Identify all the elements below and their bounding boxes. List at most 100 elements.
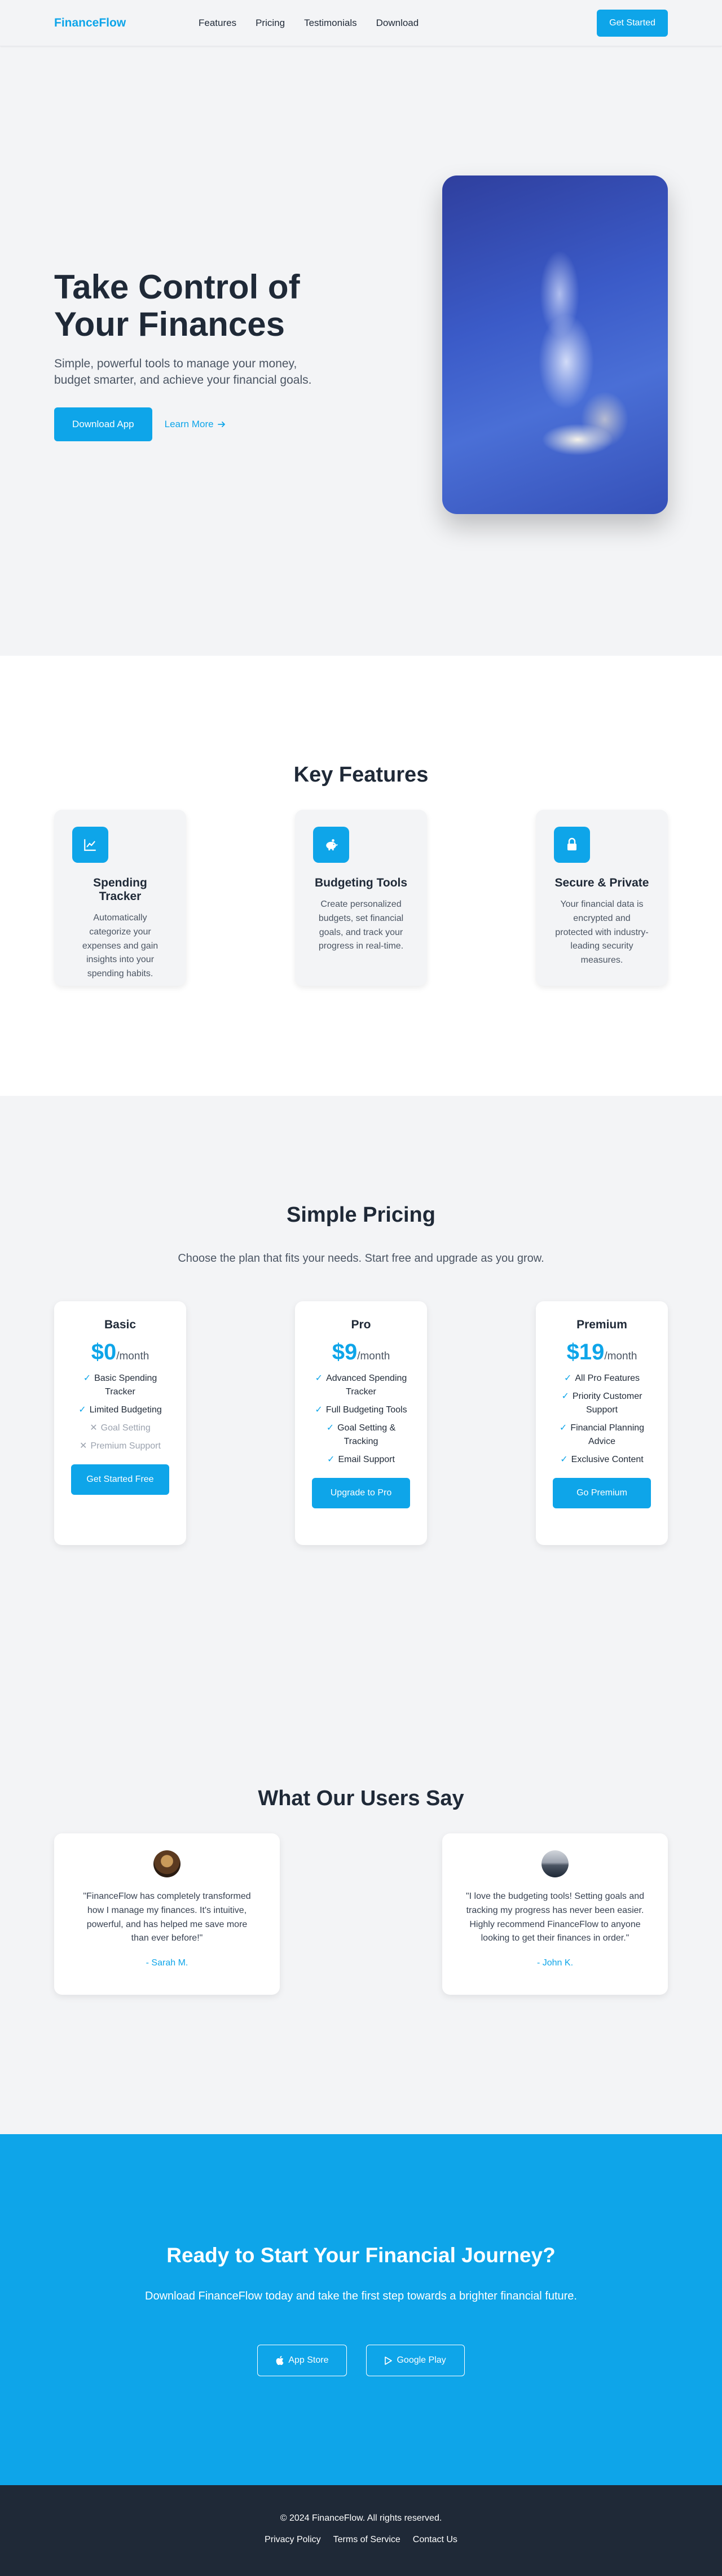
plan-card-basic: Basic $0/month ✓ Basic Spending Tracker ✓… — [54, 1301, 186, 1545]
testimonial-author: - John K. — [536, 1958, 574, 1968]
piggy-bank-icon — [313, 827, 349, 863]
check-icon: ✓ — [315, 1373, 323, 1383]
plan-name: Basic — [104, 1318, 137, 1331]
plan-price: $0/month — [71, 1340, 169, 1365]
plan-features: ✓ All Pro Features ✓ Priority Customer Sup… — [553, 1372, 651, 1467]
x-icon: ✕ — [80, 1441, 87, 1451]
feature-card-budgeting: Budgeting Tools Create personalized budg… — [295, 810, 427, 986]
plan-feature: ✓ Email Support — [327, 1455, 395, 1464]
feature-title: Secure & Private — [554, 876, 649, 889]
terms-of-service-link[interactable]: Terms of Service — [333, 2535, 400, 2545]
nav-links: Features Pricing Testimonials Download — [199, 0, 419, 46]
cta-title: Ready to Start Your Financial Journey? — [166, 2244, 556, 2267]
nav-link-testimonials[interactable]: Testimonials — [304, 17, 357, 29]
feature-description: Automatically categorize your expenses a… — [82, 913, 159, 979]
feature-description: Your financial data is encrypted and pro… — [555, 899, 649, 966]
top-navbar: FinanceFlow Features Pricing Testimonial… — [0, 0, 722, 46]
nav-link-pricing[interactable]: Pricing — [256, 17, 285, 29]
hero-subtitle: Simple, powerful tools to manage your mo… — [54, 357, 312, 387]
testimonial-card: "I love the budgeting tools! Setting goa… — [442, 1833, 668, 1995]
feature-title: Spending Tracker — [93, 876, 147, 903]
check-icon: ✓ — [559, 1423, 567, 1433]
feature-card-spending: Spending Tracker Automatically categoriz… — [54, 810, 186, 986]
check-icon: ✓ — [315, 1405, 323, 1415]
features-section: Key Features Spending Tracker Automatica… — [0, 656, 722, 1096]
price-period: /month — [116, 1350, 149, 1362]
google-play-label: Google Play — [397, 2355, 446, 2365]
footer-links: Privacy Policy Terms of Service Contact … — [0, 2535, 722, 2545]
plan-feature: ✓ Advanced Spending Tracker — [315, 1373, 407, 1397]
check-icon: ✓ — [561, 1392, 569, 1401]
plan-name: Pro — [351, 1318, 371, 1331]
x-icon: ✕ — [90, 1423, 98, 1433]
avatar — [542, 1850, 569, 1877]
go-premium-button[interactable]: Go Premium — [553, 1478, 651, 1509]
contact-us-link[interactable]: Contact Us — [413, 2535, 457, 2545]
testimonial-author: - Sarah M. — [146, 1958, 188, 1968]
testimonial-quote: "I love the budgeting tools! Setting goa… — [465, 1892, 645, 1943]
footer: © 2024 FinanceFlow. All rights reserved.… — [0, 2485, 722, 2576]
check-icon: ✓ — [83, 1373, 91, 1383]
chart-line-icon — [72, 827, 108, 863]
plan-feature-disabled: ✕ Goal Setting — [90, 1423, 151, 1433]
testimonial-cards: "FinanceFlow has completely transformed … — [54, 1833, 668, 1995]
check-icon: ✓ — [560, 1455, 568, 1464]
price-amount: $0 — [91, 1340, 117, 1364]
plan-feature: ✓ Financial Planning Advice — [559, 1423, 645, 1446]
app-store-label: App Store — [288, 2355, 329, 2365]
hero-sky-image — [442, 175, 668, 514]
apple-icon — [276, 2356, 284, 2365]
google-play-button[interactable]: Google Play — [366, 2345, 465, 2376]
nav-link-features[interactable]: Features — [199, 17, 236, 29]
plan-feature-disabled: ✕ Premium Support — [80, 1441, 161, 1451]
price-period: /month — [357, 1350, 390, 1362]
arrow-right-icon — [217, 422, 225, 428]
pricing-title: Simple Pricing — [287, 1203, 435, 1227]
nav-link-download[interactable]: Download — [376, 17, 419, 29]
avatar — [153, 1850, 180, 1877]
check-icon: ✓ — [327, 1455, 335, 1464]
cta-subtitle: Download FinanceFlow today and take the … — [145, 2290, 577, 2302]
learn-more-link[interactable]: Learn More — [165, 419, 226, 430]
plan-card-pro: Pro $9/month ✓ Advanced Spending Tracker … — [295, 1301, 427, 1545]
get-started-free-button[interactable]: Get Started Free — [71, 1464, 169, 1495]
plan-feature: ✓ Exclusive Content — [560, 1455, 644, 1464]
learn-more-label: Learn More — [164, 419, 214, 430]
testimonials-section: What Our Users Say "FinanceFlow has comp… — [0, 1717, 722, 2134]
pricing-subtitle: Choose the plan that fits your needs. St… — [178, 1252, 544, 1265]
plan-feature: ✓ Full Budgeting Tools — [315, 1405, 407, 1415]
plan-feature: ✓ Limited Budgeting — [78, 1405, 162, 1415]
download-app-button[interactable]: Download App — [54, 407, 152, 442]
pricing-section: Simple Pricing Choose the plan that fits… — [0, 1096, 722, 1717]
features-title: Key Features — [293, 763, 429, 787]
brand-logo[interactable]: FinanceFlow — [54, 16, 126, 30]
pricing-cards: Basic $0/month ✓ Basic Spending Tracker ✓… — [54, 1301, 668, 1545]
feature-cards: Spending Tracker Automatically categoriz… — [54, 810, 668, 986]
upgrade-to-pro-button[interactable]: Upgrade to Pro — [312, 1478, 410, 1509]
plan-name: Premium — [576, 1318, 627, 1331]
testimonial-card: "FinanceFlow has completely transformed … — [54, 1833, 280, 1995]
plan-features: ✓ Advanced Spending Tracker ✓ Full Budgeti… — [312, 1372, 410, 1467]
price-period: /month — [604, 1350, 637, 1362]
check-icon: ✓ — [326, 1423, 334, 1433]
check-icon: ✓ — [563, 1373, 572, 1383]
app-store-button[interactable]: App Store — [257, 2345, 347, 2376]
plan-feature: ✓ Basic Spending Tracker — [83, 1373, 157, 1397]
testimonials-title: What Our Users Say — [258, 1787, 464, 1810]
plan-price: $9/month — [312, 1340, 410, 1365]
testimonial-quote: "FinanceFlow has completely transformed … — [83, 1892, 251, 1943]
store-buttons: App Store Google Play — [0, 2345, 722, 2376]
hero-actions: Download App Learn More — [54, 407, 325, 442]
cta-section: Ready to Start Your Financial Journey? D… — [0, 2134, 722, 2485]
plan-card-premium: Premium $19/month ✓ All Pro Features ✓ Pri… — [536, 1301, 668, 1545]
feature-card-security: Secure & Private Your financial data is … — [536, 810, 668, 986]
privacy-policy-link[interactable]: Privacy Policy — [265, 2535, 321, 2545]
hero-section: Take Control of Your Finances Simple, po… — [0, 46, 722, 656]
feature-title: Budgeting Tools — [314, 876, 408, 889]
check-icon: ✓ — [78, 1405, 86, 1415]
plan-price: $19/month — [553, 1340, 651, 1365]
hero-content: Take Control of Your Finances Simple, po… — [54, 268, 325, 442]
plan-feature: ✓ Goal Setting & Tracking — [326, 1423, 396, 1446]
lock-icon — [554, 827, 590, 863]
get-started-button[interactable]: Get Started — [597, 10, 668, 37]
